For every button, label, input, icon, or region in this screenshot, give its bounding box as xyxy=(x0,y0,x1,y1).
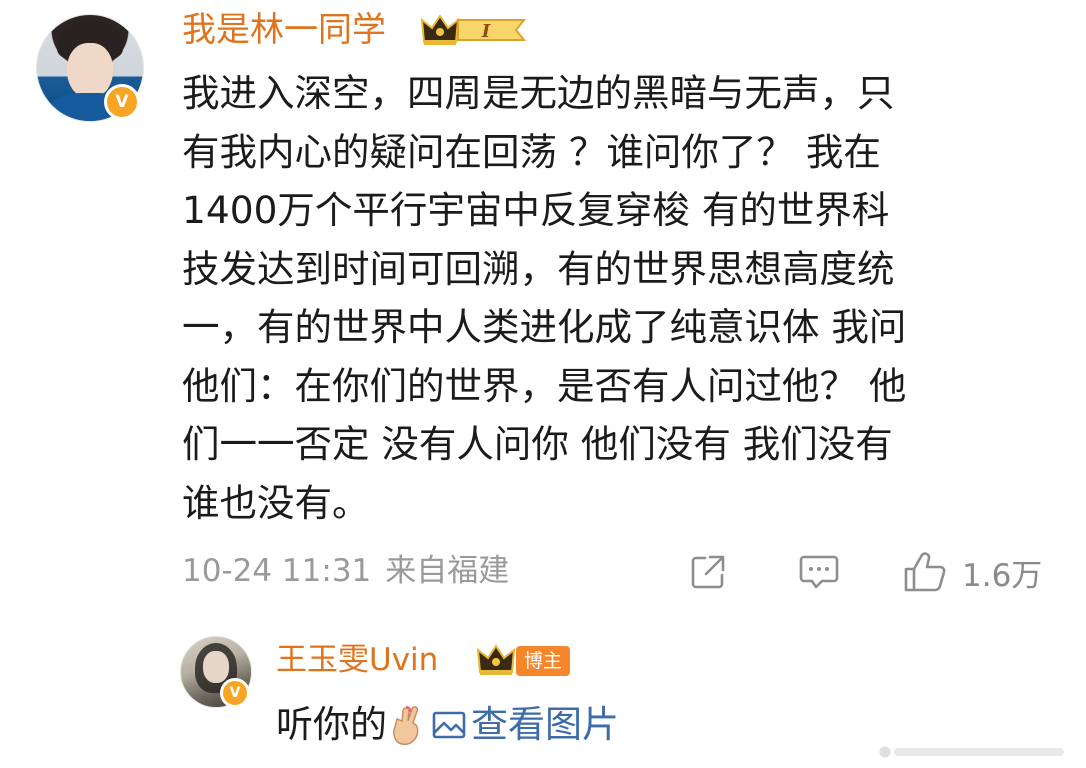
share-icon xyxy=(691,555,725,589)
comment-body: 我进入深空，四周是无边的黑暗与无声，只 有我内心的疑问在回荡 ？谁问你了？ 我在… xyxy=(182,64,1042,532)
verified-badge-icon: V xyxy=(104,84,140,120)
comment-line: 我进入深空，四周是无边的黑暗与无声，只 xyxy=(182,71,895,115)
view-image-label: 查看图片 xyxy=(471,703,619,746)
view-image-link[interactable]: 查看图片 xyxy=(431,698,619,752)
comment-line: 他们：在你们的世界，是否有人问过他？ 他 xyxy=(182,363,907,408)
comment-timestamp: 10-24 11:31 xyxy=(182,553,372,589)
crown-icon xyxy=(476,644,516,675)
member-level-badge-icon[interactable]: I xyxy=(420,12,530,48)
reply-text: 听你的 xyxy=(276,703,387,746)
comment-line: 技发达到时间可回溯，有的世界思想高度统 xyxy=(182,246,895,291)
reply-button[interactable] xyxy=(798,548,840,596)
crossed-fingers-emoji-icon xyxy=(393,706,419,745)
like-count: 1.6万 xyxy=(962,557,1043,594)
verified-badge-icon: V xyxy=(220,678,250,708)
reply-body: 听你的 查看图片 xyxy=(276,698,619,752)
author-username[interactable]: 我是林一同学 xyxy=(182,6,386,54)
comment-icon xyxy=(799,555,839,589)
comment-line: 们一一否定 没有人问你 他们没有 我们没有 xyxy=(182,422,893,466)
comment-location: 来自福建 xyxy=(385,553,510,589)
image-icon xyxy=(432,711,466,739)
blogger-tag: 博主 xyxy=(516,646,571,676)
comment-line: 谁也没有。 xyxy=(182,480,370,525)
level-badge-text: I xyxy=(481,21,491,42)
comment-line: 有我内心的疑问在回荡 ？谁问你了？ 我在 xyxy=(182,129,881,174)
comment-meta: 10-24 11:31 来自福建 xyxy=(182,546,509,596)
comment-line: 1400万个平行宇宙中反复穿梭 有的世界科 xyxy=(182,188,890,232)
like-button[interactable]: 1.6万 xyxy=(902,548,1042,596)
share-button[interactable] xyxy=(688,548,728,596)
watermark-logo xyxy=(879,746,1064,758)
thumbs-up-icon xyxy=(904,552,946,592)
comment-line: 一，有的世界中人类进化成了纯意识体 我问 xyxy=(182,305,907,349)
replier-username[interactable]: 王玉雯Uvin xyxy=(276,638,438,682)
